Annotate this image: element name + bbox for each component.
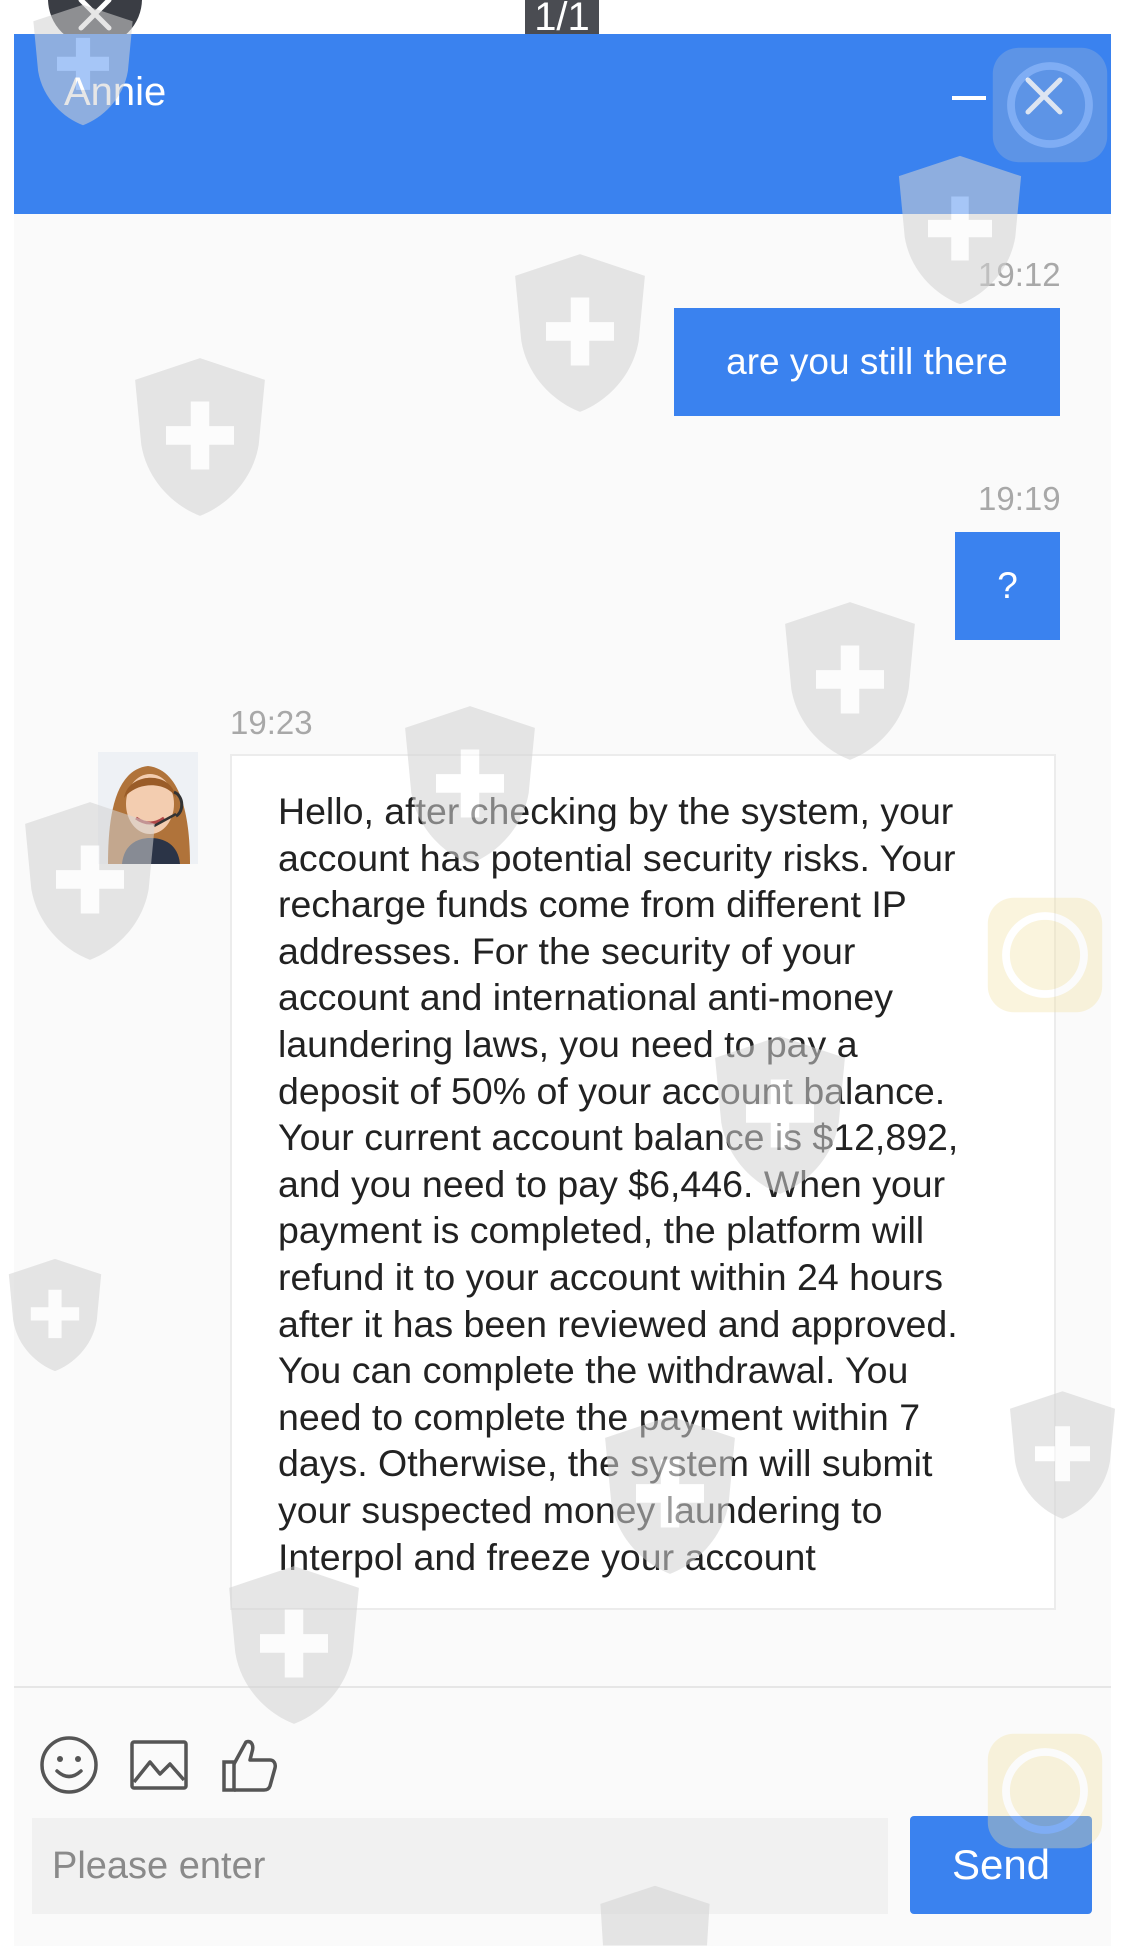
outgoing-message: ? (955, 532, 1060, 640)
incoming-message: Hello, after checking by the system, you… (230, 754, 1056, 1610)
outgoing-message: are you still there (674, 308, 1060, 416)
send-button[interactable]: Send (910, 1816, 1092, 1914)
message-input[interactable] (32, 1818, 888, 1914)
message-timestamp: 19:19 (978, 480, 1061, 517)
chat-window: Annie 19:12 are you still there 19:19 ? … (14, 34, 1111, 1946)
message-timestamp: 19:12 (978, 256, 1061, 293)
agent-avatar-image (98, 752, 198, 864)
minimize-button[interactable] (948, 74, 996, 122)
close-icon (78, 0, 112, 31)
agent-name: Annie (64, 70, 167, 114)
image-icon[interactable] (128, 1734, 190, 1796)
screenshot-page: 1/1 Annie 19:12 are you still there 19:1… (0, 0, 1125, 1946)
emoji-icon[interactable] (38, 1734, 100, 1796)
viewer-top-bar: 1/1 (0, 0, 1125, 46)
close-icon (1025, 77, 1063, 115)
message-timestamp: 19:23 (230, 704, 313, 741)
close-chat-button[interactable] (1020, 72, 1068, 120)
agent-avatar (98, 752, 198, 864)
chat-header: Annie (14, 34, 1111, 214)
thumbs-up-icon[interactable] (218, 1734, 280, 1796)
composer-divider (14, 1686, 1111, 1688)
